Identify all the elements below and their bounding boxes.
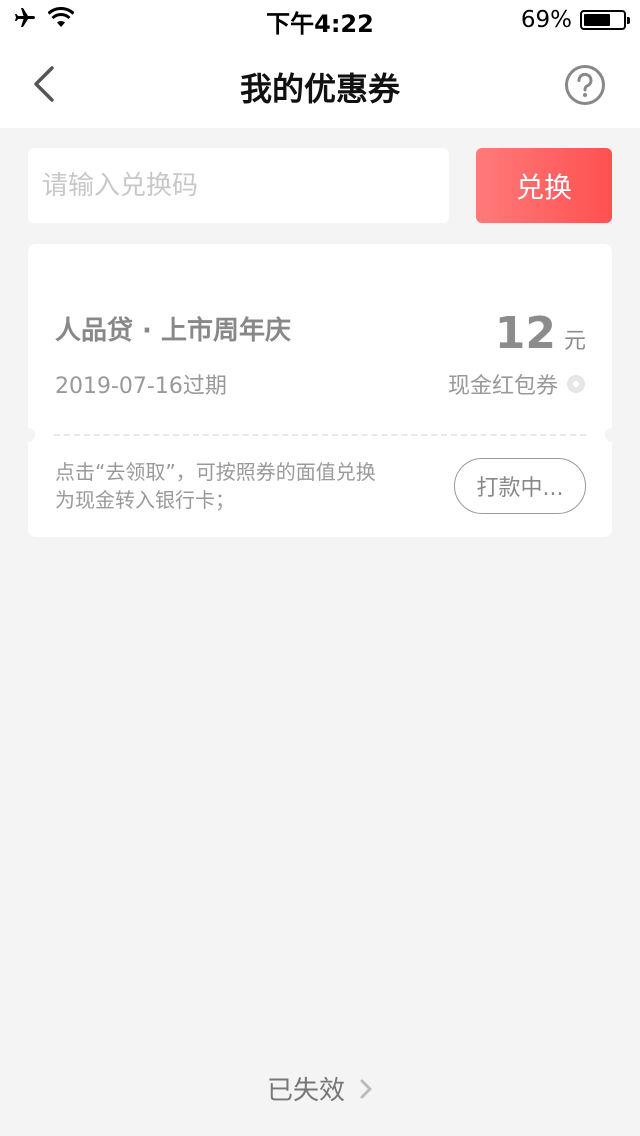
coupon-expiry: 2019-07-16过期 [55, 374, 227, 399]
expired-label: 已失效 [266, 1076, 345, 1106]
coupon-description: 点击“去领取”，可按照券的面值兑换为现金转入银行卡； [55, 460, 376, 512]
payout-status-button[interactable]: 打款中... [454, 458, 586, 514]
coupon-amount-unit: 元 [563, 329, 586, 354]
coin-dot-icon [567, 375, 585, 393]
battery-percent: 69% [520, 7, 572, 33]
battery-icon [580, 10, 630, 30]
nav-bar: 我的优惠券 [0, 40, 640, 128]
chevron-right-icon [360, 1079, 372, 1098]
page-title: 我的优惠券 [239, 70, 400, 108]
coupon-amount: 12 元 [495, 308, 586, 359]
card-notch-right [605, 428, 619, 442]
coupon-card: 人品贷 · 上市周年庆 2019-07-16过期 12 元 现金红包券 点击“去… [21, 244, 619, 537]
status-bar: 下午4:22 69% [0, 0, 640, 40]
coupon-type-label: 现金红包券 [447, 374, 558, 399]
help-circle-icon [565, 65, 605, 105]
redeem-code-input[interactable] [28, 148, 449, 223]
coupon-amount-value: 12 [494, 308, 556, 359]
expired-coupons-link[interactable]: 已失效 [0, 1070, 640, 1107]
help-button[interactable] [564, 64, 606, 106]
card-divider [54, 434, 586, 436]
redeem-button[interactable]: 兑换 [476, 148, 612, 223]
battery-fill [584, 14, 611, 26]
coupon-name: 人品贷 · 上市周年庆 [55, 316, 291, 346]
coupon-type: 现金红包券 [448, 368, 586, 400]
status-right: 69% [520, 6, 630, 34]
card-notch-left [21, 428, 35, 442]
